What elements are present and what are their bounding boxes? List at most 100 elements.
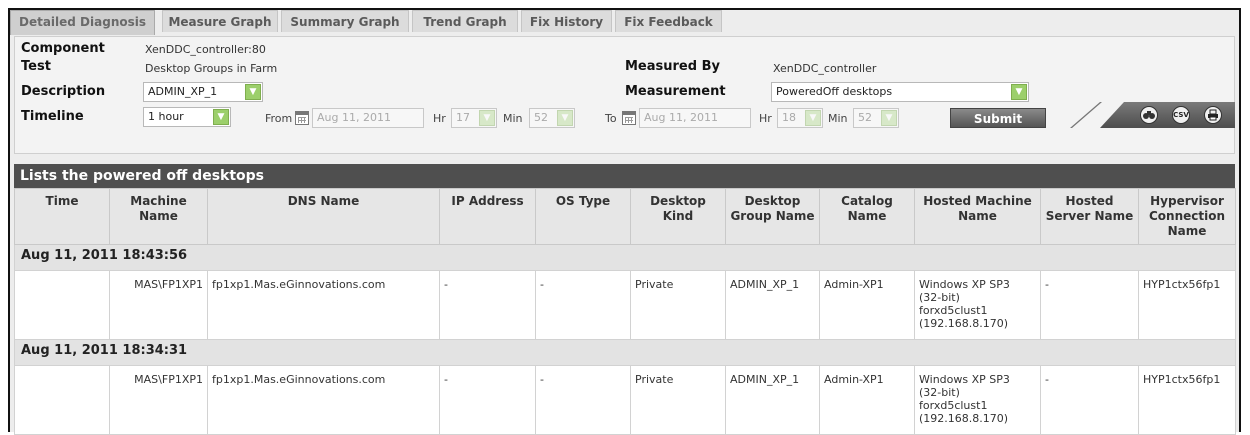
column-header[interactable]: Catalog Name: [819, 188, 915, 245]
hosted-machine-line: (32-bit): [919, 386, 960, 399]
cell-ip-address: -: [439, 270, 536, 340]
tab-fix-feedback[interactable]: Fix Feedback: [615, 10, 722, 32]
from-date-input[interactable]: Aug 11, 2011: [312, 108, 424, 128]
to-min-label: Min: [828, 112, 848, 125]
measurement-label: Measurement: [625, 84, 726, 99]
cell-desktop-group: ADMIN_XP_1: [725, 270, 820, 340]
from-label: From: [265, 112, 293, 125]
info-panel: Component XenDDC_controller:80 Test Desk…: [14, 36, 1235, 154]
table-row: MAS\FP1XP1 fp1xp1.Mas.eGinnovations.com …: [14, 365, 1236, 435]
description-select[interactable]: ADMIN_XP_1 ▼: [143, 82, 263, 102]
measured-by-value: XenDDC_controller: [773, 62, 877, 75]
from-min-select[interactable]: 52 ▼: [529, 108, 575, 128]
cell-hypervisor: HYP1ctx56fp1: [1138, 270, 1236, 340]
from-min-label: Min: [503, 112, 523, 125]
tab-fix-history[interactable]: Fix History: [521, 10, 612, 32]
component-label: Component: [21, 41, 105, 56]
to-min-value: 52: [858, 111, 872, 124]
to-hr-select[interactable]: 18 ▼: [777, 108, 823, 128]
test-value: Desktop Groups in Farm: [145, 62, 278, 75]
cell-machine-name: MAS\FP1XP1: [109, 270, 208, 340]
test-label: Test: [21, 59, 51, 74]
to-label: To: [605, 112, 617, 125]
tab-detailed-diagnosis[interactable]: Detailed Diagnosis: [10, 10, 155, 35]
cell-time: [14, 365, 110, 435]
chevron-down-icon: ▼: [479, 110, 495, 126]
cell-desktop-group: ADMIN_XP_1: [725, 365, 820, 435]
hosted-machine-line: Windows XP SP3: [919, 278, 1010, 291]
column-header[interactable]: Hypervisor Connection Name: [1138, 188, 1236, 245]
chevron-down-icon: ▼: [881, 110, 897, 126]
cell-hypervisor: HYP1ctx56fp1: [1138, 365, 1236, 435]
hosted-machine-line: forxd5clust1: [919, 399, 988, 412]
to-hr-value: 18: [782, 111, 796, 124]
cell-hosted-machine: Windows XP SP3 (32-bit) forxd5clust1 (19…: [914, 365, 1041, 435]
description-label: Description: [21, 84, 106, 99]
chevron-down-icon: ▼: [1011, 84, 1027, 100]
binoculars-icon[interactable]: [1140, 106, 1158, 124]
table-title: Lists the powered off desktops: [14, 164, 1235, 188]
description-select-value: ADMIN_XP_1: [148, 85, 218, 98]
hosted-machine-line: (192.168.8.170): [919, 317, 1009, 330]
table-header-row: Time Machine Name DNS Name IP Address OS…: [14, 188, 1236, 245]
column-header[interactable]: Desktop Kind: [630, 188, 726, 245]
cell-hosted-machine: Windows XP SP3 (32-bit) forxd5clust1 (19…: [914, 270, 1041, 340]
diagnosis-window: Detailed Diagnosis Measure Graph Summary…: [8, 8, 1241, 435]
hosted-machine-line: Windows XP SP3: [919, 373, 1010, 386]
chevron-down-icon: ▼: [245, 84, 261, 100]
column-header[interactable]: IP Address: [439, 188, 536, 245]
results-table: Time Machine Name DNS Name IP Address OS…: [14, 188, 1236, 435]
timestamp-group-row: Aug 11, 2011 18:34:31: [14, 339, 1236, 366]
measurement-select[interactable]: PoweredOff desktops ▼: [771, 82, 1029, 102]
measurement-select-value: PoweredOff desktops: [776, 85, 893, 98]
chevron-down-icon: ▼: [805, 110, 821, 126]
cell-os-type: -: [535, 365, 631, 435]
cell-dns-name: fp1xp1.Mas.eGinnovations.com: [207, 365, 440, 435]
cell-hosted-server: -: [1040, 270, 1139, 340]
from-hr-value: 17: [456, 111, 470, 124]
timeline-label: Timeline: [21, 109, 84, 124]
to-date-input[interactable]: Aug 11, 2011: [639, 108, 751, 128]
column-header[interactable]: Hosted Machine Name: [914, 188, 1041, 245]
table-row: MAS\FP1XP1 fp1xp1.Mas.eGinnovations.com …: [14, 270, 1236, 340]
csv-export-icon[interactable]: CSV: [1172, 106, 1190, 124]
column-header[interactable]: Time: [14, 188, 110, 245]
chevron-down-icon: ▼: [557, 110, 573, 126]
from-min-value: 52: [534, 111, 548, 124]
column-header[interactable]: Hosted Server Name: [1040, 188, 1139, 245]
timeline-select[interactable]: 1 hour ▼: [143, 107, 231, 127]
hosted-machine-line: (32-bit): [919, 291, 960, 304]
cell-catalog: Admin-XP1: [819, 365, 915, 435]
cell-catalog: Admin-XP1: [819, 270, 915, 340]
cell-time: [14, 270, 110, 340]
group-timestamp: Aug 11, 2011 18:43:56: [14, 244, 1236, 271]
to-date-value: Aug 11, 2011: [644, 111, 718, 124]
calendar-icon[interactable]: [622, 111, 636, 125]
cell-ip-address: -: [439, 365, 536, 435]
cell-hosted-server: -: [1040, 365, 1139, 435]
to-hr-label: Hr: [759, 112, 772, 125]
tab-summary-graph[interactable]: Summary Graph: [281, 10, 409, 32]
to-min-select[interactable]: 52 ▼: [853, 108, 899, 128]
tab-trend-graph[interactable]: Trend Graph: [412, 10, 518, 32]
cell-desktop-kind: Private: [630, 270, 726, 340]
measured-by-label: Measured By: [625, 59, 720, 74]
cell-os-type: -: [535, 270, 631, 340]
tab-measure-graph[interactable]: Measure Graph: [162, 10, 278, 32]
submit-button[interactable]: Submit: [950, 108, 1046, 128]
cell-machine-name: MAS\FP1XP1: [109, 365, 208, 435]
from-hr-select[interactable]: 17 ▼: [451, 108, 497, 128]
column-header[interactable]: Desktop Group Name: [725, 188, 820, 245]
column-header[interactable]: DNS Name: [207, 188, 440, 245]
hosted-machine-line: forxd5clust1: [919, 304, 988, 317]
chevron-down-icon: ▼: [213, 109, 229, 125]
cell-desktop-kind: Private: [630, 365, 726, 435]
column-header[interactable]: OS Type: [535, 188, 631, 245]
print-icon[interactable]: [1204, 106, 1222, 124]
column-header[interactable]: Machine Name: [109, 188, 208, 245]
from-date-value: Aug 11, 2011: [317, 111, 391, 124]
timestamp-group-row: Aug 11, 2011 18:43:56: [14, 244, 1236, 271]
tab-bar: Detailed Diagnosis Measure Graph Summary…: [10, 10, 1239, 35]
group-timestamp: Aug 11, 2011 18:34:31: [14, 339, 1236, 366]
calendar-icon[interactable]: [295, 111, 309, 125]
